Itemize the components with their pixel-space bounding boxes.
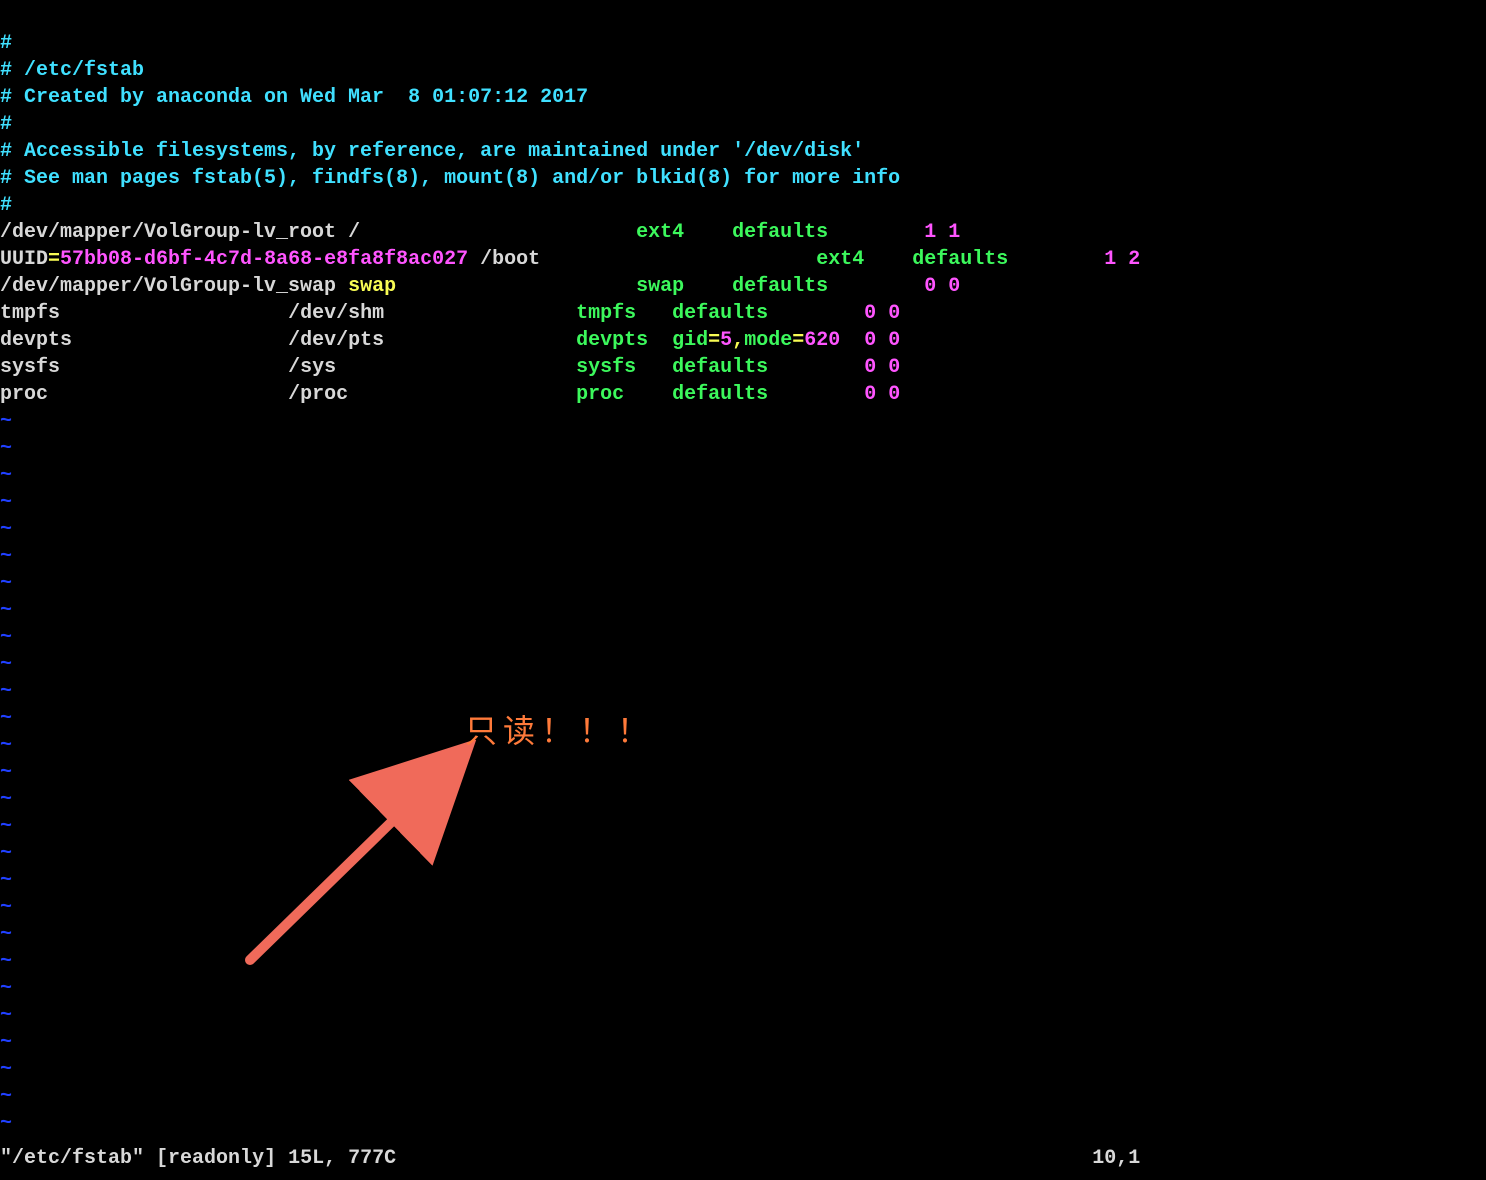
fs-opts: defaults [732, 221, 828, 244]
fs-type: swap [636, 275, 684, 298]
annotation-arrow-icon [230, 740, 490, 980]
opt-eq: = [708, 329, 720, 352]
opt-eq: = [792, 329, 804, 352]
empty-line-tildes: ~ ~ ~ ~ ~ ~ ~ ~ ~ ~ ~ ~ ~ ~ ~ ~ ~ ~ ~ ~ … [0, 408, 12, 1137]
fs-opts: defaults [672, 383, 768, 406]
fs-dump: 0 [924, 275, 936, 298]
fs-dump: 0 [864, 329, 876, 352]
opt-key: mode [744, 329, 792, 352]
fs-type: proc [576, 383, 624, 406]
fs-dump: 0 [864, 383, 876, 406]
comment-line: # [0, 32, 12, 55]
comment-line: # See man pages fstab(5), findfs(8), mou… [0, 167, 900, 190]
fs-device: tmpfs [0, 302, 60, 325]
opt-val: 5 [720, 329, 732, 352]
fs-mount: /boot [480, 248, 540, 271]
uuid-key: UUID [0, 248, 48, 271]
opt-key: gid [672, 329, 708, 352]
terminal-screen: # # /etc/fstab # Created by anaconda on … [0, 0, 1486, 1180]
fs-mount: /dev/pts [288, 329, 384, 352]
fs-mount: /sys [288, 356, 336, 379]
fs-opts: defaults [732, 275, 828, 298]
fs-opts: defaults [912, 248, 1008, 271]
uuid-value: 57bb08-d6bf-4c7d-8a68-e8fa8f8ac027 [60, 248, 468, 271]
fs-pass: 2 [1128, 248, 1140, 271]
fs-type: ext4 [636, 221, 684, 244]
fs-opts: defaults [672, 302, 768, 325]
fs-mount: / [348, 221, 360, 244]
comment-line: # [0, 113, 12, 136]
fs-dump: 0 [864, 356, 876, 379]
fs-dump: 0 [864, 302, 876, 325]
fs-pass: 1 [948, 221, 960, 244]
fs-type: tmpfs [576, 302, 636, 325]
opt-val: 620 [804, 329, 840, 352]
fs-type: ext4 [816, 248, 864, 271]
fs-device: devpts [0, 329, 72, 352]
fs-device: /dev/mapper/VolGroup-lv_root [0, 221, 336, 244]
fs-pass: 0 [948, 275, 960, 298]
annotation-text: 只读！！！ [465, 718, 655, 745]
fs-pass: 0 [888, 383, 900, 406]
vim-status-bar: "/etc/fstab" [readonly] 15L, 777C 10,1 [0, 1145, 1486, 1172]
opt-sep: , [732, 329, 744, 352]
comment-line: # Created by anaconda on Wed Mar 8 01:07… [0, 86, 588, 109]
fs-pass: 0 [888, 302, 900, 325]
fs-device: proc [0, 383, 48, 406]
fs-pass: 0 [888, 329, 900, 352]
status-filename: "/etc/fstab" [0, 1147, 144, 1170]
fs-mount: /dev/shm [288, 302, 384, 325]
fs-dump: 1 [1104, 248, 1116, 271]
status-size: 15L, 777C [288, 1147, 396, 1170]
fs-device: sysfs [0, 356, 60, 379]
fs-pass: 0 [888, 356, 900, 379]
fs-opts: defaults [672, 356, 768, 379]
comment-line: # [0, 194, 12, 217]
comment-line: # /etc/fstab [0, 59, 144, 82]
comment-line: # Accessible filesystems, by reference, … [0, 140, 864, 163]
fs-type: sysfs [576, 356, 636, 379]
status-readonly-flag: [readonly] [156, 1147, 276, 1170]
status-cursor-pos: 10,1 [1092, 1147, 1140, 1170]
fs-dump: 1 [924, 221, 936, 244]
fs-type: devpts [576, 329, 648, 352]
fs-mount: /proc [288, 383, 348, 406]
uuid-eq: = [48, 248, 60, 271]
fs-device: /dev/mapper/VolGroup-lv_swap [0, 275, 336, 298]
fs-mount: swap [348, 275, 396, 298]
editor-content[interactable]: # # /etc/fstab # Created by anaconda on … [0, 30, 1140, 408]
